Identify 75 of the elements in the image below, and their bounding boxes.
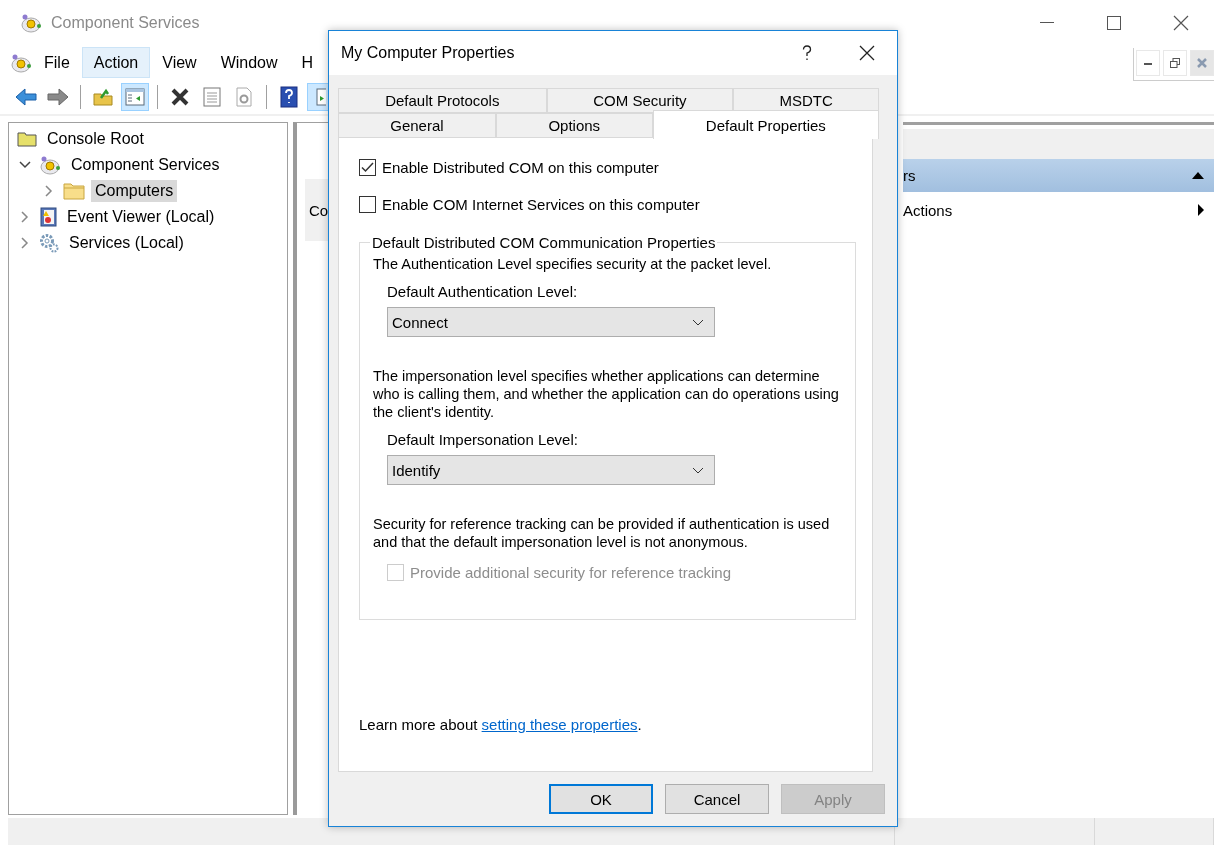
help-icon <box>802 45 812 61</box>
component-services-icon <box>39 155 61 175</box>
group-title: Default Distributed COM Communication Properties <box>371 234 717 251</box>
description-text: The impersonation level specifies whether applications can determine who is calling them, and whether the application can do operations using the client's identity. <box>373 367 840 421</box>
tab[interactable]: Default Protocols <box>338 88 547 113</box>
dropdown[interactable]: Connect <box>387 307 715 337</box>
tab[interactable]: COM Security <box>546 88 734 113</box>
help-text: Learn more about setting these properties. <box>359 716 643 733</box>
action-link[interactable]: Actions <box>903 201 953 219</box>
checkbox[interactable] <box>359 158 376 176</box>
checkbox-label: Provide additional security for reference tracking <box>410 563 731 581</box>
expand-chevron-icon[interactable] <box>21 211 29 223</box>
field-label: Default Authentication Level: <box>387 283 579 300</box>
description-text: The Authentication Level specifies security at the packet level. <box>373 255 773 273</box>
chevron-down-icon <box>692 466 704 474</box>
dropdown-value: Identify <box>392 461 441 479</box>
checkbox-label: Enable Distributed COM on this computer <box>382 158 659 176</box>
actions-header[interactable]: rs <box>903 159 1214 192</box>
list-item[interactable]: Co <box>309 201 329 219</box>
tab[interactable]: Options <box>495 113 653 138</box>
close-icon <box>1172 14 1189 31</box>
restore-button[interactable] <box>1163 50 1187 76</box>
submenu-triangle-icon <box>1198 204 1204 216</box>
window-title: Component Services <box>51 13 200 32</box>
help-link[interactable]: setting these properties <box>481 716 638 733</box>
tree-item[interactable]: Services (Local) <box>65 232 188 254</box>
minimize-icon <box>1144 61 1152 65</box>
menu-item[interactable]: File <box>32 47 82 78</box>
dropdown-value: Connect <box>392 313 448 331</box>
panel-toggle-icon <box>125 88 145 106</box>
menu-item[interactable]: Action <box>81 47 151 78</box>
tree-item[interactable]: Console Root <box>43 128 148 150</box>
component-services-icon <box>20 12 42 33</box>
minimize-button[interactable] <box>1136 50 1160 76</box>
expand-chevron-icon[interactable] <box>21 237 29 249</box>
tree-item[interactable]: Event Viewer (Local) <box>63 206 219 228</box>
forward-arrow-icon <box>47 88 69 106</box>
delete-icon <box>170 87 190 107</box>
header-text: rs <box>903 167 916 184</box>
component-services-icon <box>10 52 32 73</box>
dialog-button[interactable]: OK <box>549 784 653 814</box>
close-icon <box>1197 58 1207 68</box>
collapse-triangle-icon <box>1192 172 1204 179</box>
properties-icon <box>203 87 221 107</box>
dialog-title: My Computer Properties <box>341 44 515 62</box>
tab[interactable]: General <box>338 113 496 138</box>
checkbox-label: Enable COM Internet Services on this computer <box>382 195 700 213</box>
tree-item[interactable]: Computers <box>91 180 178 202</box>
event-log-icon <box>39 207 57 227</box>
help-icon <box>280 86 298 108</box>
dialog-button[interactable]: Cancel <box>665 784 769 814</box>
refresh-icon <box>236 87 252 107</box>
folder-icon <box>17 131 37 147</box>
checkmark-icon <box>361 161 374 173</box>
folder-up-icon <box>93 88 113 106</box>
field-label: Default Impersonation Level: <box>387 431 579 448</box>
minimize-icon <box>1039 21 1054 24</box>
menu-item[interactable]: Window <box>208 47 290 78</box>
pane-icon <box>316 88 326 106</box>
folder-icon <box>63 182 85 200</box>
gears-icon <box>39 233 59 253</box>
description-text: Security for reference tracking can be provided if authentication is used and that the default impersonation level is not anonymous. <box>373 515 831 551</box>
dropdown[interactable]: Identify <box>387 455 715 485</box>
restore-icon <box>1170 58 1180 68</box>
chevron-down-icon <box>692 318 704 326</box>
maximize-icon <box>1106 15 1121 30</box>
close-icon <box>859 45 875 61</box>
checkbox[interactable] <box>359 195 376 213</box>
collapse-chevron-icon[interactable] <box>19 161 31 169</box>
menu-item[interactable]: H <box>289 47 326 78</box>
expand-chevron-icon[interactable] <box>45 185 53 197</box>
back-arrow-icon <box>15 88 37 106</box>
tab[interactable]: Default Properties <box>652 110 879 139</box>
menu-item[interactable]: View <box>150 47 209 78</box>
tree-item[interactable]: Component Services <box>67 154 224 176</box>
